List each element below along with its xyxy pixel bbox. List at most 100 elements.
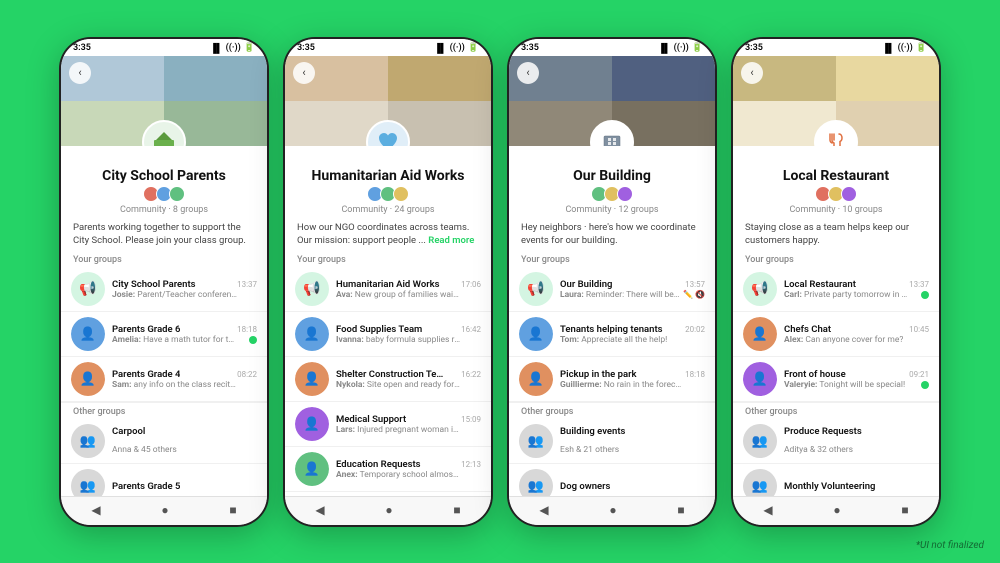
group-item[interactable]: 👤 Tenants helping tenants 20:02 Tom: App… — [509, 312, 715, 357]
status-bar: 3:35 ▐▌ ((·)) 🔋 — [285, 39, 491, 56]
other-group-info: Monthly Volunteering — [784, 481, 929, 492]
nav-home-icon[interactable]: ● — [609, 503, 616, 517]
group-time: 20:02 — [685, 325, 705, 334]
other-group-name: Produce Requests — [784, 426, 862, 437]
group-preview: Sam: any info on the class recital? — [112, 380, 237, 390]
group-time: 08:22 — [237, 370, 257, 379]
status-bar: 3:35 ▐▌ ((·)) 🔋 — [61, 39, 267, 56]
nav-back-icon[interactable]: ◀ — [91, 503, 100, 517]
other-group-item[interactable]: 👥 Parents Grade 5 — [61, 464, 267, 495]
other-group-item[interactable]: 👥 Monthly Volunteering — [733, 464, 939, 495]
group-preview: Tom: Appreciate all the help! — [560, 335, 667, 345]
phone-4: 3:35 ▐▌ ((·)) 🔋 ‹ Local Restaurant Commu… — [731, 37, 941, 527]
wifi-icon: ((·)) — [898, 43, 913, 53]
status-bar: 3:35 ▐▌ ((·)) 🔋 — [733, 39, 939, 56]
group-item[interactable]: 👤 Food Supplies Team 16:42 Ivanna: baby … — [285, 312, 491, 357]
other-groups-label: Other groups — [733, 402, 939, 419]
nav-recent-icon[interactable]: ■ — [901, 503, 908, 517]
nav-bar: ◀ ● ■ — [285, 496, 491, 525]
group-preview: Laura: Reminder: There will be ... — [560, 290, 681, 300]
group-item[interactable]: 👤 Education Requests 12:13 Anex: Tempora… — [285, 447, 491, 492]
group-list: 📢 City School Parents 13:37 Josie: Paren… — [61, 267, 267, 495]
other-groups-label: Other groups — [509, 402, 715, 419]
nav-recent-icon[interactable]: ■ — [229, 503, 236, 517]
battery-icon: 🔋 — [244, 43, 255, 53]
group-item[interactable]: 📢 Local Restaurant 13:37 Carl: Private p… — [733, 267, 939, 312]
group-item[interactable]: 📢 City School Parents 13:37 Josie: Paren… — [61, 267, 267, 312]
avatar-group — [733, 184, 939, 204]
community-meta: Community · 10 groups — [733, 205, 939, 215]
back-button[interactable]: ‹ — [517, 62, 539, 84]
back-button[interactable]: ‹ — [69, 62, 91, 84]
group-preview: Valeryie: Tonight will be special! — [784, 380, 905, 390]
group-preview: Amelia: Have a math tutor for the upc... — [112, 335, 237, 345]
your-groups-label: Your groups — [61, 251, 267, 267]
read-more-link[interactable]: Read more — [428, 235, 474, 246]
status-bar: 3:35 ▐▌ ((·)) 🔋 — [509, 39, 715, 56]
group-info: Education Requests 12:13 Anex: Temporary… — [336, 459, 481, 480]
nav-back-icon[interactable]: ◀ — [763, 503, 772, 517]
group-preview: Nykola: Site open and ready for ... — [336, 380, 461, 390]
group-item[interactable]: 📢 Humanitarian Aid Works 17:06 Ava: New … — [285, 267, 491, 312]
battery-icon: 🔋 — [468, 43, 479, 53]
nav-home-icon[interactable]: ● — [833, 503, 840, 517]
group-avatar: 👤 — [295, 317, 329, 351]
nav-recent-icon[interactable]: ■ — [453, 503, 460, 517]
other-group-meta: Anna & 45 others — [112, 445, 177, 455]
group-name: Local Restaurant — [784, 279, 856, 290]
battery-icon: 🔋 — [916, 43, 927, 53]
group-avatar: 👤 — [519, 317, 553, 351]
group-name: Food Supplies Team — [336, 324, 422, 335]
other-group-name: Carpool — [112, 426, 145, 437]
group-item[interactable]: 👤 Pickup in the park 18:18 Guillierme: N… — [509, 357, 715, 402]
group-avatar: 👤 — [743, 317, 777, 351]
group-info: City School Parents 13:37 Josie: Parent/… — [112, 279, 257, 300]
group-time: 13:37 — [909, 280, 929, 289]
other-group-item[interactable]: 👥 Dog owners — [509, 464, 715, 495]
group-item[interactable]: 👤 Parents Grade 6 18:18 Amelia: Have a m… — [61, 312, 267, 357]
group-preview: Ava: New group of families waiting ... — [336, 290, 461, 300]
avatar-group — [285, 184, 491, 204]
group-preview: Alex: Can anyone cover for me? — [784, 335, 903, 345]
group-info: Humanitarian Aid Works 17:06 Ava: New gr… — [336, 279, 481, 300]
group-info: Shelter Construction Team 16:22 Nykola: … — [336, 369, 481, 390]
other-group-avatar: 👥 — [519, 469, 553, 495]
nav-home-icon[interactable]: ● — [385, 503, 392, 517]
group-avatar: 👤 — [71, 362, 105, 396]
status-time: 3:35 — [521, 43, 539, 53]
back-button[interactable]: ‹ — [293, 62, 315, 84]
group-item[interactable]: 👤 Medical Support 15:09 Lars: Injured pr… — [285, 402, 491, 447]
group-info: Medical Support 15:09 Lars: Injured preg… — [336, 414, 481, 435]
group-item[interactable]: 👤 Parents Grade 4 08:22 Sam: any info on… — [61, 357, 267, 402]
group-name: Parents Grade 4 — [112, 369, 180, 380]
group-item[interactable]: 👤 Front of house 09:21 Valeryie: Tonight… — [733, 357, 939, 402]
nav-recent-icon[interactable]: ■ — [677, 503, 684, 517]
nav-back-icon[interactable]: ◀ — [539, 503, 548, 517]
nav-back-icon[interactable]: ◀ — [315, 503, 324, 517]
group-name: Tenants helping tenants — [560, 324, 663, 335]
other-group-info: Parents Grade 5 — [112, 481, 257, 492]
group-item[interactable]: 📢 Our Building 13:57 Laura: Reminder: Th… — [509, 267, 715, 312]
group-item[interactable]: 👤 Shelter Construction Team 16:22 Nykola… — [285, 357, 491, 402]
status-time: 3:35 — [73, 43, 91, 53]
back-button[interactable]: ‹ — [741, 62, 763, 84]
community-meta: Community · 8 groups — [61, 205, 267, 215]
nav-bar: ◀ ● ■ — [733, 496, 939, 525]
group-item[interactable]: 👤 Chefs Chat 10:45 Alex: Can anyone cove… — [733, 312, 939, 357]
nav-home-icon[interactable]: ● — [161, 503, 168, 517]
header-cell-2 — [164, 56, 267, 101]
group-avatar: 📢 — [743, 272, 777, 306]
other-group-item[interactable]: 👥 Carpool Anna & 45 others — [61, 419, 267, 464]
other-group-avatar: 👥 — [519, 424, 553, 458]
other-group-avatar: 👥 — [743, 469, 777, 495]
other-group-item[interactable]: 👥 Building events Esh & 21 others — [509, 419, 715, 464]
group-time: 15:09 — [461, 415, 481, 424]
group-time: 10:45 — [909, 325, 929, 334]
phone-body: Our Building Community · 12 groups Hey n… — [509, 146, 715, 525]
other-group-name: Dog owners — [560, 481, 610, 492]
group-name: Shelter Construction Team — [336, 369, 446, 380]
avatar-group — [509, 184, 715, 204]
header-cell-2 — [388, 56, 491, 101]
other-group-item[interactable]: 👥 Produce Requests Aditya & 32 others — [733, 419, 939, 464]
group-info: Parents Grade 6 18:18 Amelia: Have a mat… — [112, 324, 257, 345]
